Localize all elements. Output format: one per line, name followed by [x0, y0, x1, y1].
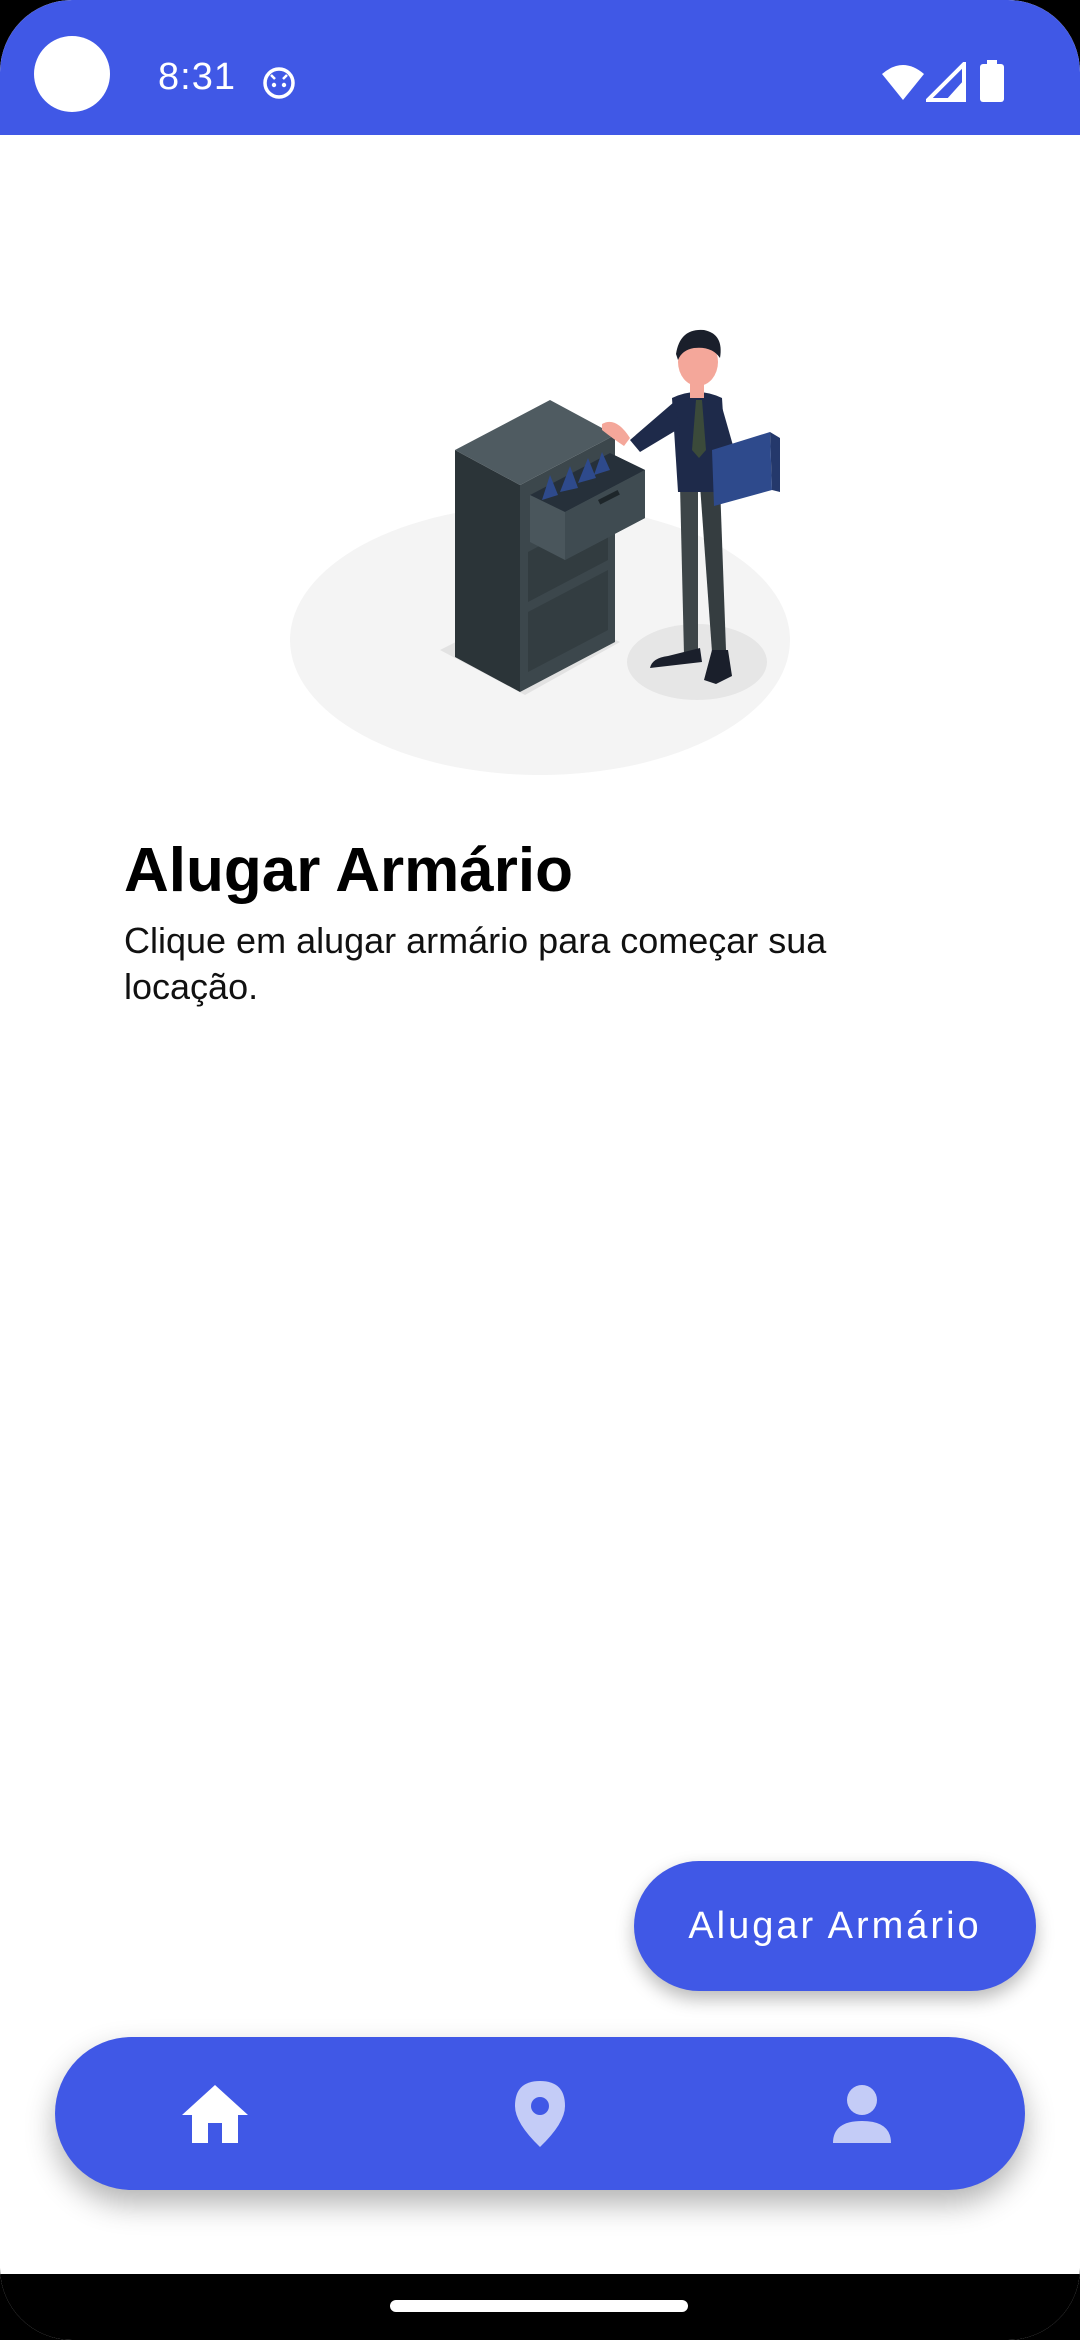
page-title: Alugar Armário [124, 836, 574, 905]
notification-face-icon [263, 67, 295, 99]
page-subtitle: Clique em alugar armário para começar su… [124, 920, 827, 1007]
nav-item-profile[interactable] [772, 2037, 952, 2190]
nav-item-home[interactable] [125, 2037, 305, 2190]
person-icon [833, 2084, 891, 2143]
wifi-icon [882, 65, 924, 100]
location-pin-icon [515, 2080, 565, 2147]
nav-item-location[interactable] [450, 2037, 630, 2190]
signal-icon [926, 62, 966, 102]
battery-icon [980, 60, 1004, 102]
gesture-handle[interactable] [390, 2300, 688, 2312]
app-screen: 8:31 Alugar Armário Clique em alugar arm… [0, 0, 1080, 2340]
status-bar: 8:31 [0, 0, 1080, 135]
home-icon [182, 2084, 248, 2143]
status-time: 8:31 [158, 56, 236, 98]
filing-cabinet-person-illustration [290, 329, 790, 775]
rent-locker-button[interactable]: Alugar Armário [634, 1861, 1036, 1991]
camera-cutout [34, 36, 110, 112]
bottom-navigation-bar [55, 2037, 1025, 2190]
